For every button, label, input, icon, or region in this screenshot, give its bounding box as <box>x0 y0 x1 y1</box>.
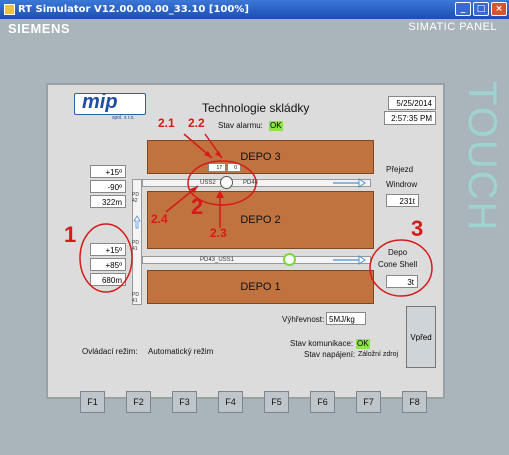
f4-key[interactable]: F4 <box>218 391 243 413</box>
depo-cone-label-2: Cone Shell <box>378 260 418 269</box>
mid-top-val-1: 17 <box>208 163 226 172</box>
logo-main-text: mip <box>82 91 118 113</box>
depo-cone-label-1: Depo <box>388 248 408 257</box>
left-bottom-angle-2: +85º <box>90 258 126 271</box>
close-button[interactable]: × <box>491 2 507 16</box>
screen-title: Technologie skládky <box>202 101 310 115</box>
time-field: 2:57:35 PM <box>384 111 436 125</box>
pd-label-upper: PD 42 <box>132 192 139 204</box>
trolley-bottom[interactable] <box>283 253 296 266</box>
power-label: Stav napájení: <box>304 350 356 359</box>
touch-label: TOUCH <box>460 81 504 233</box>
conveyor-top-right-label: PD44 <box>243 180 259 186</box>
left-top-angle-1: +15º <box>90 165 126 178</box>
power-value: Záložní zdroj <box>358 351 399 358</box>
vpred-button-label: Vpřed <box>410 332 432 342</box>
left-top-angle-2: -90º <box>90 180 126 193</box>
depo-2[interactable]: DEPO 2 <box>147 191 374 249</box>
minimize-button[interactable]: _ <box>455 2 471 16</box>
comm-label: Stav komunikace: <box>290 339 354 348</box>
date-field: 5/25/2014 <box>388 96 436 110</box>
window-titlebar: RT Simulator V12.00.00.00_33.10 [100%] _… <box>0 0 509 19</box>
arrow-up-icon <box>133 215 141 229</box>
left-bottom-angle-1: +15º <box>90 243 126 256</box>
left-top-distance: 322m <box>90 195 126 208</box>
pd-label-lower: PD 41 <box>132 292 139 304</box>
logo-sub-text: spol. s r.o. <box>112 115 135 121</box>
depo-3[interactable]: DEPO 3 <box>147 140 374 174</box>
hmi-screen: mip spol. s r.o. Technologie skládky Sta… <box>46 83 445 399</box>
company-logo: mip spol. s r.o. <box>74 91 146 121</box>
windrow-label: Windrow <box>386 180 418 189</box>
pd-label-mid: PD 41 <box>132 240 139 252</box>
left-bottom-distance: 680m <box>90 273 126 286</box>
arrow-right-icon <box>333 255 366 265</box>
window-controls: _ □ × <box>455 2 507 16</box>
f3-key[interactable]: F3 <box>172 391 197 413</box>
mode-label: Ovládací režim: <box>82 347 138 356</box>
window-title: RT Simulator V12.00.00.00_33.10 [100%] <box>18 4 249 15</box>
model-label: SIMATIC PANEL <box>408 21 497 33</box>
arrow-right-icon <box>333 178 366 188</box>
mode-value: Automatický režim <box>148 347 214 356</box>
alarm-label: Stav alarmu: <box>218 121 263 130</box>
operator-panel: SIEMENS SIMATIC PANEL TOUCH mip spol. s … <box>0 19 509 455</box>
f8-key[interactable]: F8 <box>402 391 427 413</box>
conveyor-top-left-label: USS2 <box>200 180 216 186</box>
vyhrevnost-value: 5MJ/kg <box>326 312 366 325</box>
f6-key[interactable]: F6 <box>310 391 335 413</box>
brand-label: SIEMENS <box>8 21 71 36</box>
f7-key[interactable]: F7 <box>356 391 381 413</box>
depo-3-label: DEPO 3 <box>240 151 281 163</box>
f1-key[interactable]: F1 <box>80 391 105 413</box>
mid-top-val-2: 0 <box>227 163 241 172</box>
depo-cone-value: 3t <box>386 275 418 288</box>
vpred-button[interactable]: Vpřed <box>406 306 436 368</box>
depo-2-label: DEPO 2 <box>240 214 281 226</box>
maximize-button[interactable]: □ <box>473 2 489 16</box>
comm-status: OK <box>356 339 370 349</box>
windrow-value: 231t <box>386 194 419 207</box>
trolley-top[interactable] <box>220 176 233 189</box>
app-icon <box>4 4 15 15</box>
f5-key[interactable]: F5 <box>264 391 289 413</box>
depo-1[interactable]: DEPO 1 <box>147 270 374 304</box>
prejezd-label: Přejezd <box>386 165 414 174</box>
vyhrevnost-label: Výhřevnost: <box>282 315 325 324</box>
conveyor-bottom-left-label: PD43_USS1 <box>200 257 235 263</box>
alarm-status: OK <box>269 121 283 131</box>
depo-1-label: DEPO 1 <box>240 281 281 293</box>
f2-key[interactable]: F2 <box>126 391 151 413</box>
